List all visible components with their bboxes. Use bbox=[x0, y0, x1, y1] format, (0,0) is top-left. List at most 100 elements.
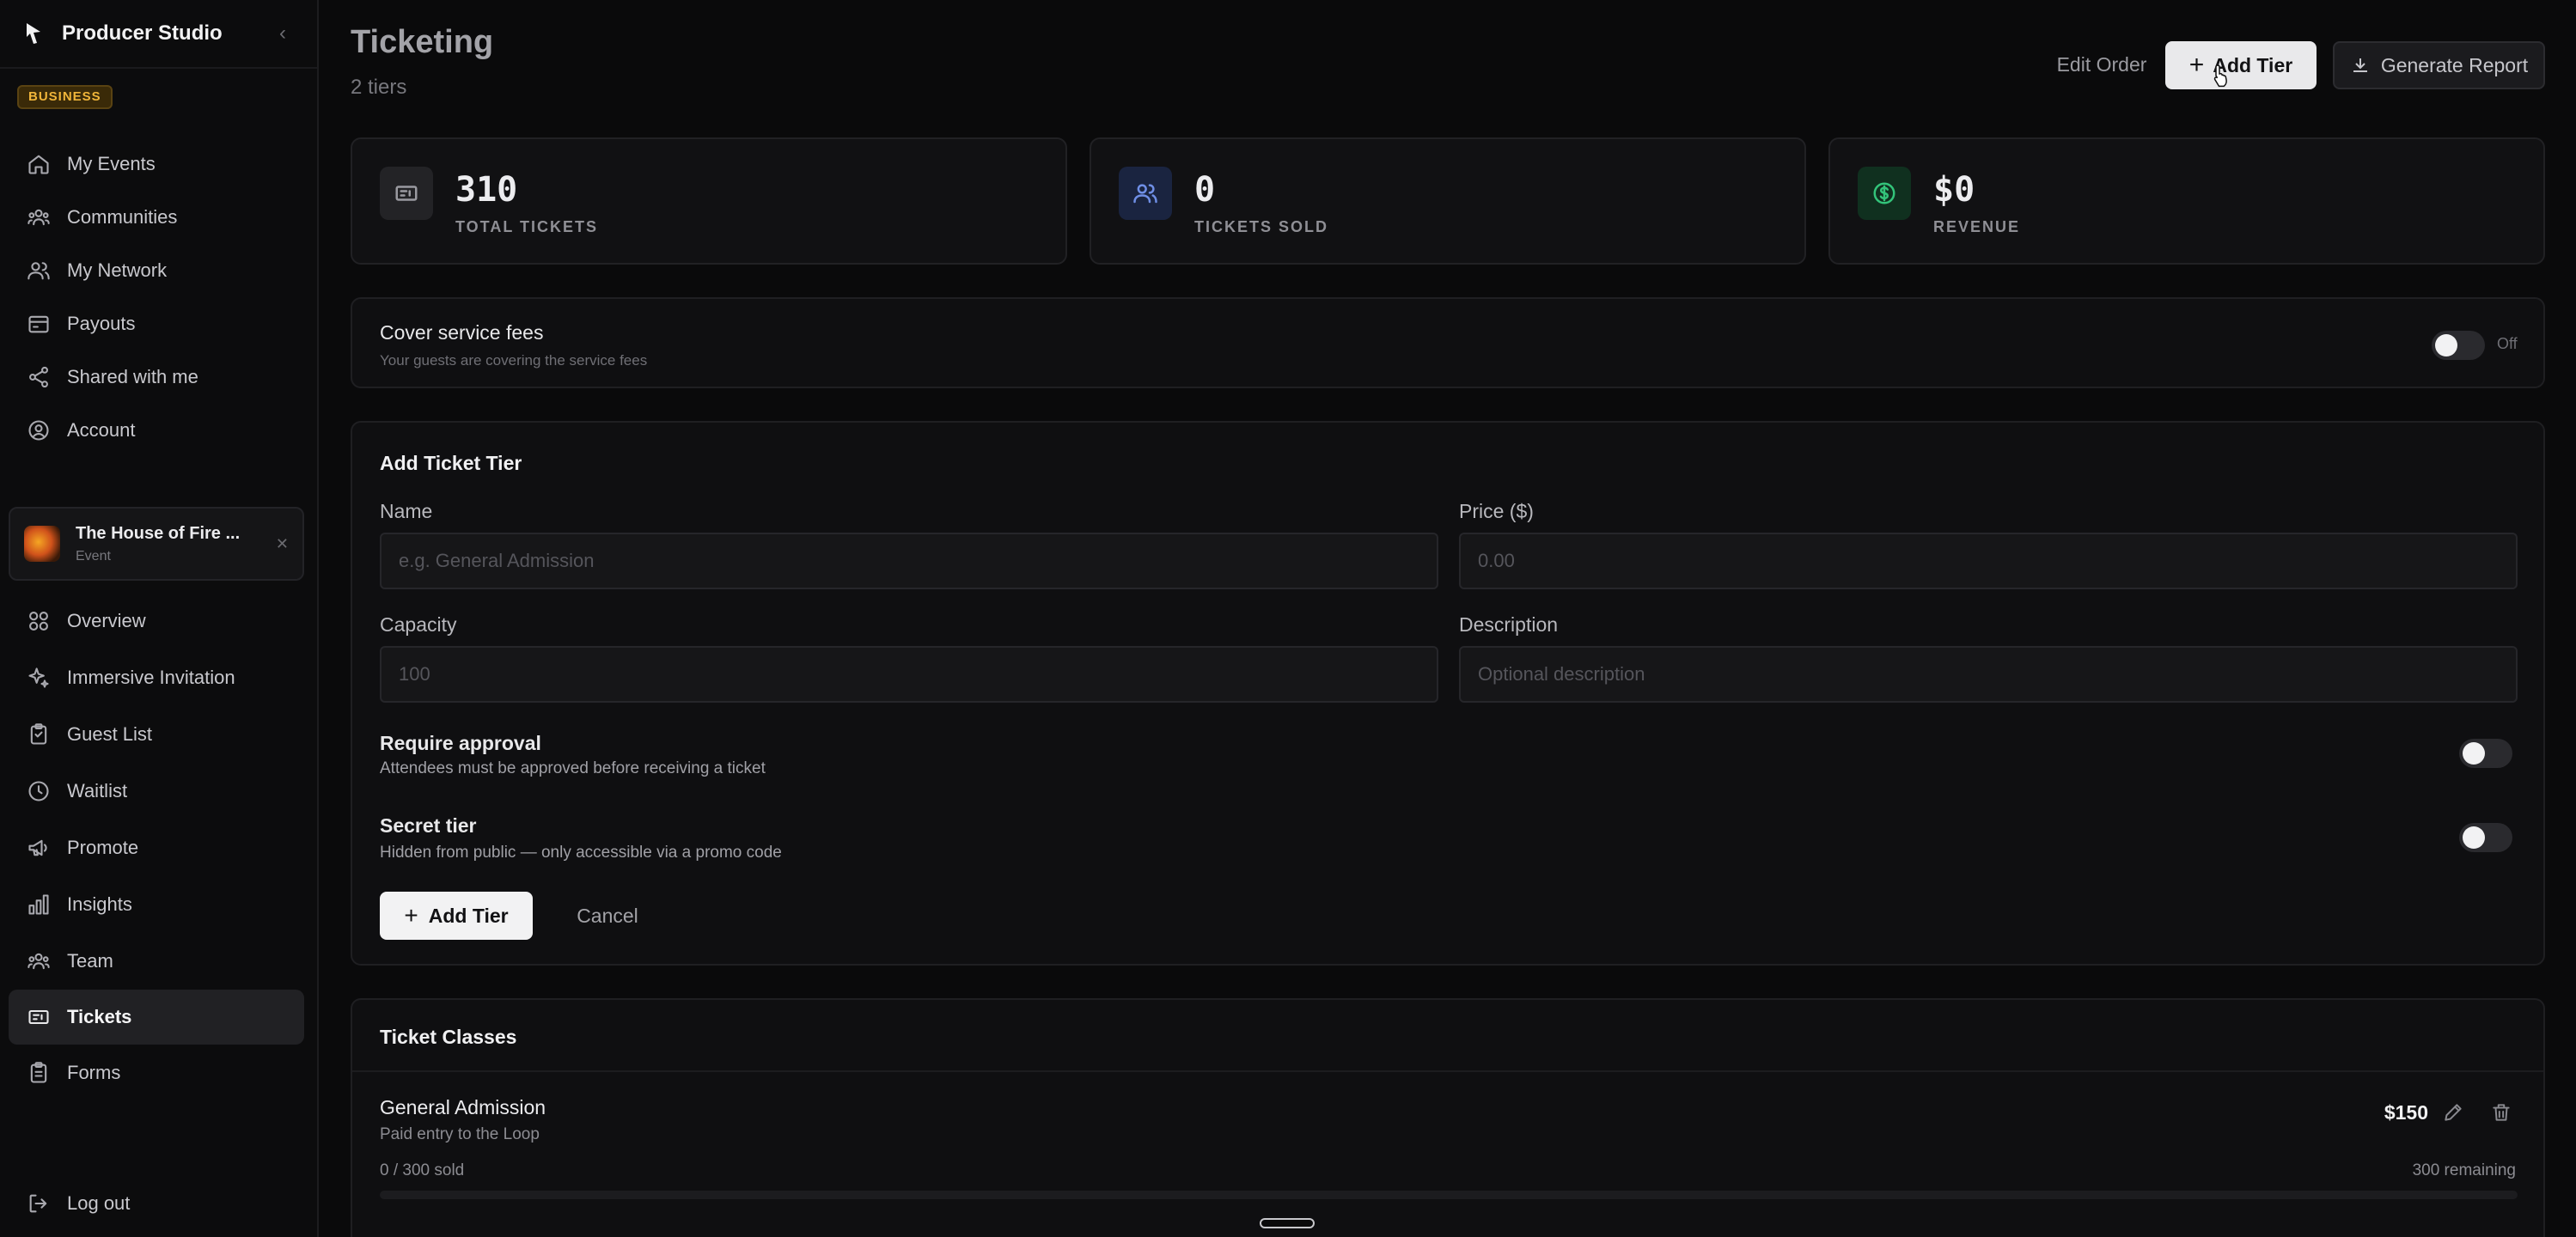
download-icon bbox=[2353, 58, 2367, 72]
ticket-classes-title: Ticket Classes bbox=[380, 1026, 517, 1048]
nav-insights[interactable]: Insights bbox=[9, 876, 304, 933]
stat-tickets-sold: 0 TICKETS SOLD bbox=[1090, 137, 1806, 265]
sidebar: Producer Studio ‹ BUSINESS My Events Com… bbox=[0, 0, 319, 1237]
service-fees-panel: Cover service fees Your guests are cover… bbox=[351, 297, 2545, 388]
nav-shared-with-me[interactable]: Shared with me bbox=[9, 350, 304, 404]
trash-icon[interactable] bbox=[2490, 1101, 2514, 1125]
logout-label: Log out bbox=[67, 1192, 131, 1214]
nav-label: Payouts bbox=[67, 313, 136, 334]
description-label: Description bbox=[1459, 613, 1559, 636]
brand-header: Producer Studio ‹ bbox=[0, 0, 317, 69]
producer-logo-icon bbox=[24, 21, 43, 46]
scroll-handle[interactable] bbox=[1260, 1218, 1315, 1228]
submit-add-tier-button[interactable]: + Add Tier bbox=[380, 892, 533, 940]
nav-label: My Network bbox=[67, 259, 168, 281]
stat-revenue: $0 REVENUE bbox=[1828, 137, 2545, 265]
submit-add-tier-label: Add Tier bbox=[428, 904, 509, 927]
capacity-label: Capacity bbox=[380, 613, 457, 636]
nav-label: Team bbox=[67, 950, 113, 972]
secret-tier-subtitle: Hidden from public — only accessible via… bbox=[380, 844, 782, 862]
page-title: Ticketing bbox=[351, 24, 494, 60]
nav-my-network[interactable]: My Network bbox=[9, 244, 304, 297]
tier-progress-bar bbox=[380, 1191, 2518, 1199]
service-fees-state: Off bbox=[2497, 335, 2518, 352]
price-input[interactable]: 0.00 bbox=[1459, 533, 2518, 589]
logout-button[interactable]: Log out bbox=[9, 1177, 304, 1230]
stat-label: TICKETS SOLD bbox=[1194, 218, 1329, 235]
dollar-icon bbox=[1858, 167, 1911, 220]
users-icon bbox=[1119, 167, 1172, 220]
nav-communities[interactable]: Communities bbox=[9, 191, 304, 244]
clock-icon bbox=[26, 778, 52, 804]
nav-waitlist[interactable]: Waitlist bbox=[9, 763, 304, 820]
stat-value: $0 bbox=[1933, 170, 1975, 210]
nav-my-events[interactable]: My Events bbox=[9, 137, 304, 191]
nav-account[interactable]: Account bbox=[9, 404, 304, 457]
stat-total-tickets: 310 TOTAL TICKETS bbox=[351, 137, 1067, 265]
capacity-input[interactable]: 100 bbox=[380, 646, 1438, 703]
ticket-icon bbox=[26, 1004, 52, 1030]
nav-guest-list[interactable]: Guest List bbox=[9, 706, 304, 763]
name-label: Name bbox=[380, 500, 433, 522]
description-input[interactable]: Optional description bbox=[1459, 646, 2518, 703]
plan-badge: BUSINESS bbox=[17, 85, 113, 109]
service-fees-subtitle: Your guests are covering the service fee… bbox=[380, 352, 648, 369]
nav-overview[interactable]: Overview bbox=[9, 593, 304, 649]
edit-order-button[interactable]: Edit Order bbox=[2037, 41, 2166, 88]
account-icon bbox=[26, 417, 52, 443]
bottom-nav: Log out bbox=[9, 1177, 304, 1230]
name-input[interactable]: e.g. General Admission bbox=[380, 533, 1438, 589]
generate-report-label: Generate Report bbox=[2380, 53, 2529, 76]
nav-label: Guest List bbox=[67, 723, 153, 745]
tier-remaining-count: 300 remaining bbox=[2412, 1161, 2516, 1179]
require-approval-subtitle: Attendees must be approved before receiv… bbox=[380, 759, 766, 777]
wallet-icon bbox=[26, 311, 52, 337]
bar-chart-icon bbox=[26, 892, 52, 917]
service-fees-toggle[interactable] bbox=[2432, 331, 2485, 360]
form-icon bbox=[26, 1060, 52, 1086]
nav-tickets[interactable]: Tickets bbox=[9, 990, 304, 1045]
tier-price: $150 bbox=[2384, 1101, 2428, 1124]
nav-forms[interactable]: Forms bbox=[9, 1045, 304, 1101]
divider bbox=[352, 1070, 2543, 1072]
share-icon bbox=[26, 364, 52, 390]
nav-label: Overview bbox=[67, 610, 146, 631]
nav-label: Promote bbox=[67, 837, 139, 858]
ticket-icon bbox=[380, 167, 433, 220]
event-thumbnail bbox=[24, 526, 60, 562]
grid-icon bbox=[26, 608, 52, 634]
plus-icon: + bbox=[404, 902, 418, 929]
plus-icon: + bbox=[2188, 51, 2205, 79]
price-label: Price ($) bbox=[1459, 500, 1534, 522]
nav-label: Immersive Invitation bbox=[67, 667, 235, 688]
nav-payouts[interactable]: Payouts bbox=[9, 297, 304, 350]
pointer-cursor-icon bbox=[2213, 64, 2227, 88]
app-title: Producer Studio bbox=[62, 21, 223, 45]
nav-label: Insights bbox=[67, 893, 132, 915]
nav-team[interactable]: Team bbox=[9, 933, 304, 990]
current-event-card[interactable]: The House of Fire ... Event ✕ bbox=[9, 507, 304, 581]
nav-label: Forms bbox=[67, 1062, 121, 1083]
require-approval-toggle[interactable] bbox=[2459, 739, 2512, 768]
secret-tier-toggle[interactable] bbox=[2459, 823, 2512, 852]
edit-pencil-icon[interactable] bbox=[2442, 1101, 2466, 1125]
secret-tier-title: Secret tier bbox=[380, 814, 477, 837]
service-fees-title: Cover service fees bbox=[380, 321, 544, 344]
page-subtitle: 2 tiers bbox=[351, 76, 407, 99]
generate-report-button[interactable]: Generate Report bbox=[2333, 41, 2545, 89]
add-tier-button[interactable]: + Add Tier bbox=[2165, 41, 2317, 89]
collapse-sidebar-icon[interactable]: ‹ bbox=[272, 21, 293, 46]
communities-icon bbox=[26, 204, 52, 230]
network-icon bbox=[26, 258, 52, 283]
stat-label: TOTAL TICKETS bbox=[455, 218, 599, 235]
nav-label: Shared with me bbox=[67, 366, 198, 387]
nav-promote[interactable]: Promote bbox=[9, 820, 304, 876]
sparkle-icon bbox=[26, 665, 52, 691]
main-nav: My Events Communities My Network Payouts… bbox=[9, 137, 304, 457]
cancel-button[interactable]: Cancel bbox=[560, 892, 655, 940]
nav-immersive-invitation[interactable]: Immersive Invitation bbox=[9, 649, 304, 706]
home-icon bbox=[26, 151, 52, 177]
nav-label: Waitlist bbox=[67, 780, 128, 801]
add-ticket-tier-form: Add Ticket Tier Name e.g. General Admiss… bbox=[351, 421, 2545, 966]
close-icon[interactable]: ✕ bbox=[276, 535, 289, 553]
